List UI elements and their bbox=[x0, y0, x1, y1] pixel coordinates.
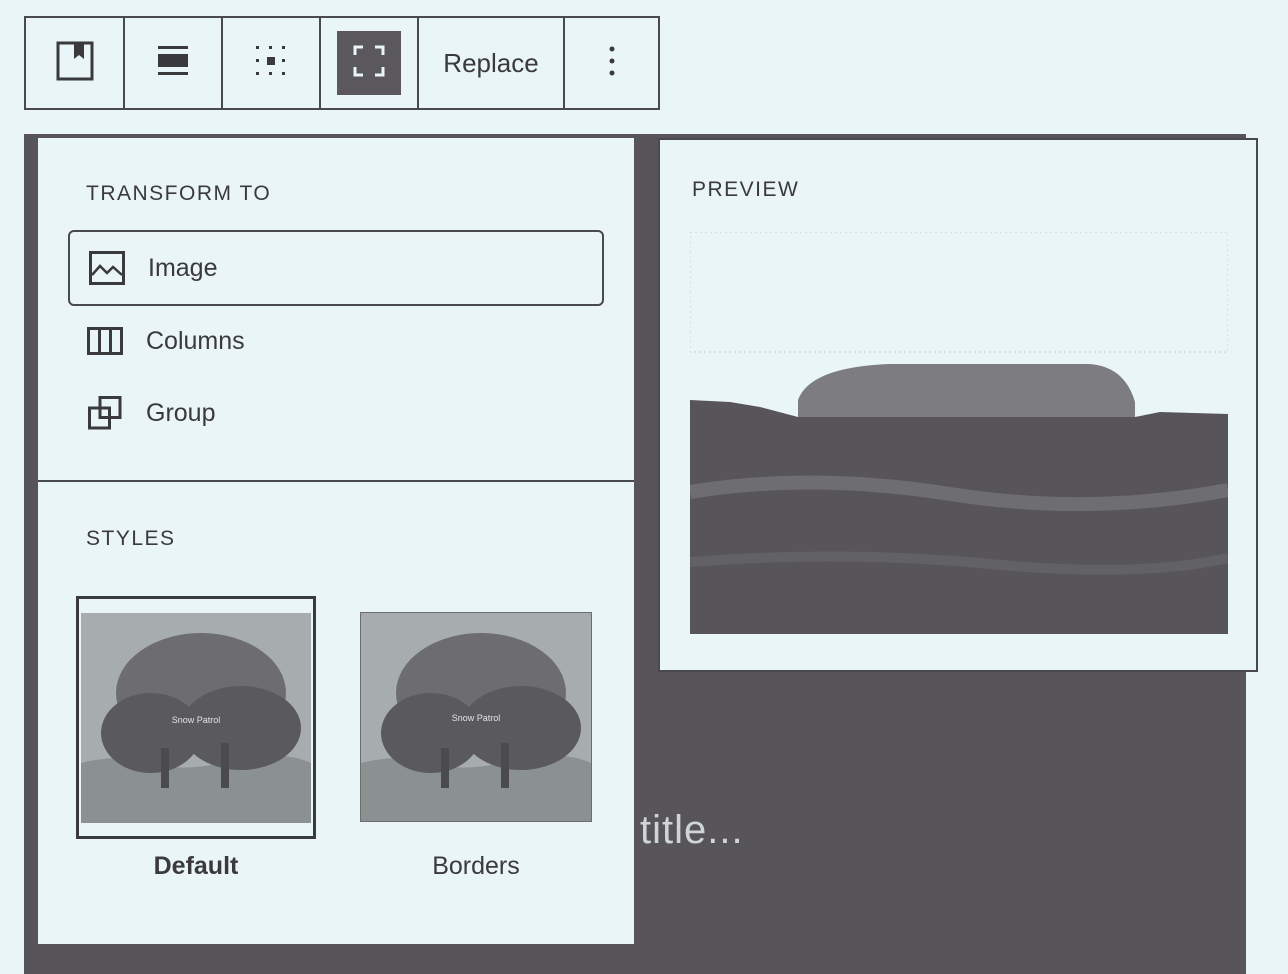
panel-divider bbox=[38, 480, 634, 482]
replace-button[interactable]: Replace bbox=[419, 18, 565, 108]
fullscreen-active-bg bbox=[337, 31, 401, 95]
transform-columns-label: Columns bbox=[146, 326, 245, 355]
preview-title: PREVIEW bbox=[692, 178, 800, 201]
align-button[interactable] bbox=[125, 18, 223, 108]
cover-title-placeholder[interactable]: title... bbox=[640, 808, 744, 853]
transform-columns[interactable]: Columns bbox=[68, 303, 604, 379]
style-default-thumbnail: Snow Patrol bbox=[81, 613, 311, 823]
cover-bookmark-icon bbox=[56, 41, 94, 86]
style-borders-thumb-text: Snow Patrol bbox=[451, 713, 501, 723]
align-full-icon bbox=[157, 45, 189, 82]
transform-image[interactable]: Image bbox=[68, 230, 604, 306]
preview-image bbox=[690, 232, 1228, 634]
fullscreen-icon bbox=[353, 45, 385, 82]
preview-panel: PREVIEW bbox=[658, 138, 1258, 672]
style-borders[interactable]: Snow Patrol bbox=[360, 612, 592, 822]
more-options-button[interactable] bbox=[565, 18, 658, 108]
position-button[interactable] bbox=[223, 18, 321, 108]
block-type-button[interactable] bbox=[26, 18, 125, 108]
image-icon bbox=[88, 249, 126, 287]
transform-title: TRANSFORM TO bbox=[86, 182, 272, 205]
style-default-label: Default bbox=[153, 852, 239, 880]
group-icon bbox=[86, 394, 124, 432]
style-borders-label: Borders bbox=[432, 852, 520, 880]
style-default-thumb-text: Snow Patrol bbox=[171, 715, 221, 725]
style-default[interactable]: Snow Patrol bbox=[76, 596, 316, 839]
columns-icon bbox=[86, 322, 124, 360]
style-borders-thumbnail: Snow Patrol bbox=[360, 612, 592, 822]
fullscreen-button[interactable] bbox=[321, 18, 419, 108]
more-vertical-icon bbox=[609, 46, 615, 81]
transform-image-label: Image bbox=[148, 253, 218, 282]
block-toolbar: Replace bbox=[24, 16, 660, 110]
styles-title: STYLES bbox=[86, 527, 176, 550]
position-grid-icon bbox=[254, 44, 288, 83]
block-switcher-panel: TRANSFORM TO Image Columns Group STYLES … bbox=[38, 138, 634, 944]
transform-group[interactable]: Group bbox=[68, 375, 604, 451]
transform-group-label: Group bbox=[146, 398, 216, 427]
